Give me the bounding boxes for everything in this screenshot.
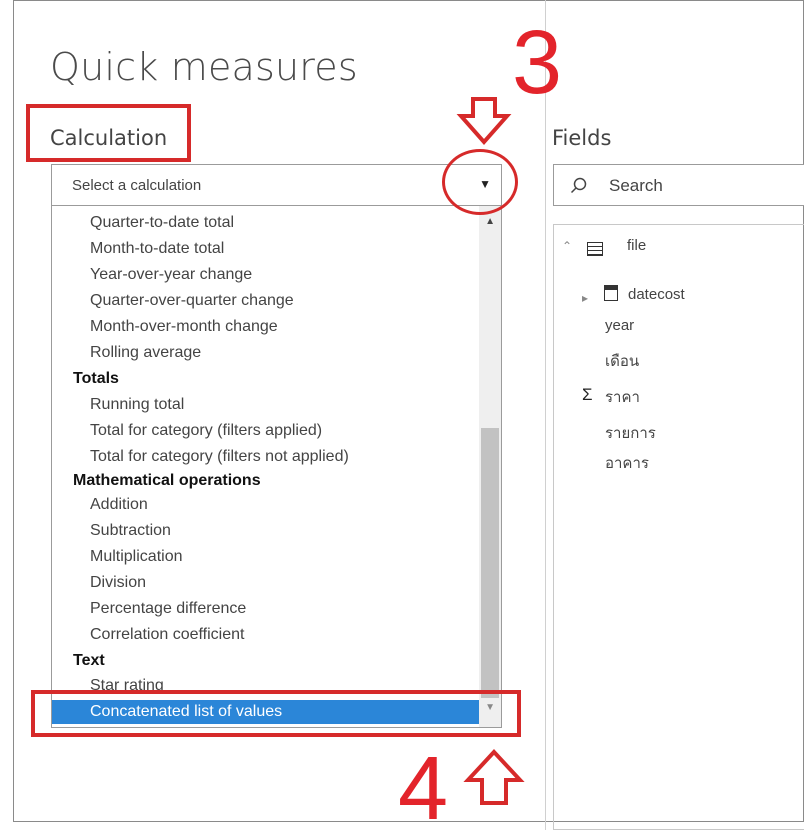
collapse-caret-icon[interactable]: ⌃ (562, 239, 572, 253)
field-building-thai[interactable]: อาคาร (605, 451, 649, 475)
expand-caret-icon[interactable]: ▸ (582, 291, 588, 305)
fields-heading: Fields (552, 126, 612, 150)
calendar-icon (604, 285, 618, 301)
search-placeholder: Search (609, 176, 663, 195)
field-month-thai[interactable]: เดือน (605, 349, 639, 373)
pane-divider (545, 0, 546, 830)
option-month-to-date-total[interactable]: Month-to-date total (90, 240, 224, 258)
dropdown-scrollbar[interactable]: ▲ ▼ (479, 206, 501, 727)
option-total-for-category-filters-not-applied[interactable]: Total for category (filters not applied) (90, 448, 349, 466)
table-icon (587, 242, 603, 256)
annotation-step-3: 3 (512, 13, 563, 113)
option-month-over-month-change[interactable]: Month-over-month change (90, 318, 278, 336)
down-arrow-annotation-icon (456, 97, 512, 146)
up-arrow-annotation-icon (463, 749, 525, 805)
annotation-dropdown-circle (442, 149, 518, 215)
option-subtraction[interactable]: Subtraction (90, 522, 171, 540)
option-year-over-year-change[interactable]: Year-over-year change (90, 266, 252, 284)
fields-tree: ⌃ file ▸ datecost year เดือน Σ ราคา รายก… (553, 224, 804, 830)
sigma-icon: Σ (582, 385, 593, 404)
option-quarter-over-quarter-change[interactable]: Quarter-over-quarter change (90, 292, 294, 310)
field-table-file[interactable]: file (627, 237, 646, 254)
field-item-thai[interactable]: รายการ (605, 421, 656, 445)
option-quarter-to-date-total[interactable]: Quarter-to-date total (90, 214, 234, 232)
field-year[interactable]: year (605, 317, 634, 334)
scroll-up-arrow-icon[interactable]: ▲ (485, 216, 495, 227)
scrollbar-thumb[interactable] (481, 428, 499, 698)
annotation-selected-item-box (31, 690, 521, 737)
option-addition[interactable]: Addition (90, 496, 148, 514)
field-datecost[interactable]: datecost (628, 286, 685, 303)
calculation-dropdown-list[interactable]: Quarter-to-date total Month-to-date tota… (51, 206, 502, 728)
option-total-for-category-filters-applied[interactable]: Total for category (filters applied) (90, 422, 322, 440)
group-mathematical-operations: Mathematical operations (73, 472, 261, 489)
option-correlation-coefficient[interactable]: Correlation coefficient (90, 626, 244, 644)
option-running-total[interactable]: Running total (90, 396, 184, 414)
dialog-title: Quick measures (50, 45, 358, 89)
calculation-select[interactable]: Select a calculation ▼ (51, 164, 502, 206)
option-percentage-difference[interactable]: Percentage difference (90, 600, 246, 618)
option-division[interactable]: Division (90, 574, 146, 592)
annotation-calculation-box (26, 104, 191, 162)
group-totals: Totals (73, 370, 119, 387)
fields-search-input[interactable]: Search (553, 164, 804, 206)
option-rolling-average[interactable]: Rolling average (90, 344, 201, 362)
search-icon (570, 177, 588, 200)
option-multiplication[interactable]: Multiplication (90, 548, 182, 566)
calculation-select-value: Select a calculation (72, 177, 202, 194)
annotation-step-4: 4 (398, 739, 449, 839)
group-text: Text (73, 652, 105, 669)
field-price-thai[interactable]: ราคา (605, 385, 640, 409)
